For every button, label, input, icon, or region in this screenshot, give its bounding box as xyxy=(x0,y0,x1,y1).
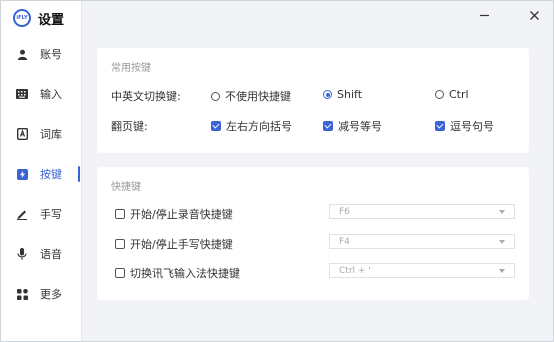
app-header: iFLY 设置 xyxy=(13,7,64,29)
checkbox-label: 减号等号 xyxy=(338,120,382,133)
sidebar-item-label: 词库 xyxy=(40,128,62,141)
settings-window: iFLY 设置 账号 输入 词库 按键 手写 语音 更多 常用按键 中英文切换键… xyxy=(0,0,554,342)
sidebar-item-lexicon[interactable]: 词库 xyxy=(1,114,81,154)
switch-ime-shortcut-select[interactable]: Ctrl + ' xyxy=(329,263,515,278)
common-keys-card: 常用按键 中英文切换键: 不使用快捷键 Shift Ctrl 翻页键: 左右方向… xyxy=(97,48,529,153)
lexicon-icon xyxy=(16,128,28,140)
sidebar-item-label: 语音 xyxy=(40,248,62,261)
radio-indicator xyxy=(323,90,332,99)
checkbox-handwriting-shortcut[interactable]: 开始/停止手写快捷键 xyxy=(115,236,233,252)
shortcuts-card: 快捷键 开始/停止录音快捷键 F6 开始/停止手写快捷键 F4 切换讯飞输入法快… xyxy=(97,167,529,300)
dropdown-caret-icon xyxy=(499,240,505,244)
dropdown-caret-icon xyxy=(499,269,505,273)
close-icon xyxy=(529,10,540,24)
dropdown-caret-icon xyxy=(499,210,505,214)
close-button[interactable] xyxy=(526,9,542,25)
sidebar-item-label: 按键 xyxy=(40,168,62,181)
checkbox-indicator xyxy=(323,121,333,131)
radio-label: Shift xyxy=(337,88,363,101)
checkbox-label: 开始/停止录音快捷键 xyxy=(130,208,233,221)
sidebar-item-handwriting[interactable]: 手写 xyxy=(1,194,81,234)
sidebar-item-account[interactable]: 账号 xyxy=(1,34,81,74)
sidebar-nav: 账号 输入 词库 按键 手写 语音 更多 xyxy=(1,34,81,314)
checkbox-label: 切换讯飞输入法快捷键 xyxy=(130,267,240,280)
handwriting-shortcut-select[interactable]: F4 xyxy=(329,234,515,249)
select-value: F4 xyxy=(339,236,350,247)
select-value: Ctrl + ' xyxy=(339,265,371,276)
checkbox-indicator xyxy=(115,268,125,278)
minimize-button[interactable] xyxy=(476,9,492,25)
radio-ctrl[interactable]: Ctrl xyxy=(435,88,469,101)
checkbox-label: 开始/停止手写快捷键 xyxy=(130,238,233,251)
keyboard-icon xyxy=(16,88,28,100)
title-bar xyxy=(82,1,553,33)
checkbox-indicator xyxy=(115,239,125,249)
sidebar-item-input[interactable]: 输入 xyxy=(1,74,81,114)
checkbox-minus-equal[interactable]: 减号等号 xyxy=(323,118,382,134)
grid-more-icon xyxy=(16,288,28,300)
checkbox-label: 左右方向括号 xyxy=(226,120,292,133)
sidebar-item-label: 输入 xyxy=(40,88,62,101)
checkbox-indicator xyxy=(435,121,445,131)
checkbox-record-shortcut[interactable]: 开始/停止录音快捷键 xyxy=(115,206,233,222)
section-title: 常用按键 xyxy=(111,63,151,74)
checkbox-switch-ime-shortcut[interactable]: 切换讯飞输入法快捷键 xyxy=(115,265,240,281)
sidebar: iFLY 设置 账号 输入 词库 按键 手写 语音 更多 xyxy=(1,1,82,341)
minimize-icon xyxy=(479,10,490,24)
record-shortcut-select[interactable]: F6 xyxy=(329,204,515,219)
radio-label: Ctrl xyxy=(449,88,469,101)
user-icon xyxy=(16,48,28,60)
microphone-icon xyxy=(16,248,28,260)
checkbox-indicator xyxy=(115,209,125,219)
checkbox-bracket-keys[interactable]: 左右方向括号 xyxy=(211,118,292,134)
pen-icon xyxy=(16,208,28,220)
sidebar-item-label: 更多 xyxy=(40,288,62,301)
radio-indicator xyxy=(211,91,220,101)
checkbox-comma-period[interactable]: 逗号句号 xyxy=(435,118,494,134)
radio-indicator xyxy=(435,90,444,99)
select-value: F6 xyxy=(339,206,350,217)
sidebar-item-label: 账号 xyxy=(40,48,62,61)
radio-no-shortcut[interactable]: 不使用快捷键 xyxy=(211,88,291,104)
section-title: 快捷键 xyxy=(111,182,141,193)
checkbox-indicator xyxy=(211,121,221,131)
sidebar-item-label: 手写 xyxy=(40,208,62,221)
cn-en-switch-label: 中英文切换键: xyxy=(111,90,181,103)
radio-label: 不使用快捷键 xyxy=(225,90,291,103)
active-indicator xyxy=(78,166,80,182)
app-logo: iFLY xyxy=(13,9,31,27)
sidebar-item-more[interactable]: 更多 xyxy=(1,274,81,314)
app-title: 设置 xyxy=(38,12,65,28)
checkbox-label: 逗号句号 xyxy=(450,120,494,133)
page-turn-label: 翻页键: xyxy=(111,120,148,133)
radio-shift[interactable]: Shift xyxy=(323,88,362,101)
sidebar-item-voice[interactable]: 语音 xyxy=(1,234,81,274)
lightning-key-icon xyxy=(16,168,28,180)
sidebar-item-keys[interactable]: 按键 xyxy=(1,154,81,194)
